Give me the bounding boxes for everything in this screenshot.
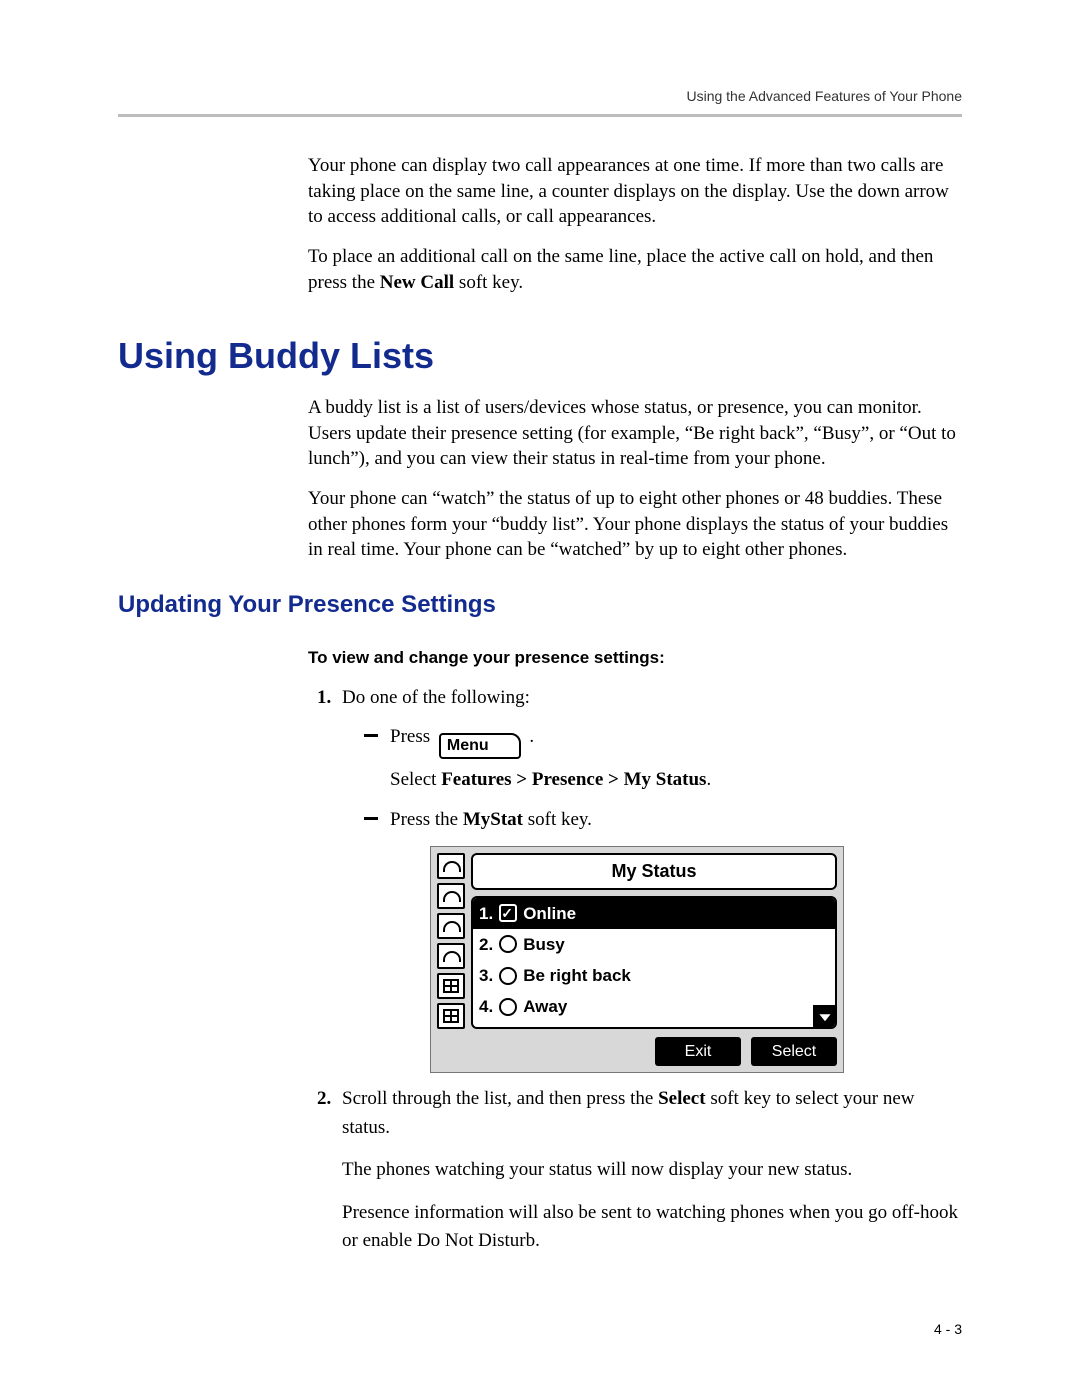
line-icon xyxy=(437,913,465,939)
phone-screen-illustration: My Status 1. Online 2. xyxy=(430,846,844,1074)
running-header: Using the Advanced Features of Your Phon… xyxy=(118,88,962,104)
intro-p2: To place an additional call on the same … xyxy=(308,244,962,295)
radio-icon xyxy=(499,935,517,953)
status-num: 3. xyxy=(479,962,493,989)
scroll-down-icon xyxy=(813,1005,837,1029)
line-icon xyxy=(437,853,465,879)
status-item-busy: 2. Busy xyxy=(473,929,835,960)
step-2: Scroll through the list, and then press … xyxy=(336,1085,962,1256)
line-icon xyxy=(437,973,465,999)
status-num: 1. xyxy=(479,900,493,927)
status-item-online: 1. Online xyxy=(473,898,835,929)
softkey-select: Select xyxy=(751,1037,837,1067)
status-list: 1. Online 2. Busy xyxy=(471,896,837,1029)
step1a-select-pre: Select xyxy=(390,769,441,790)
intro-p1: Your phone can display two call appearan… xyxy=(308,153,962,230)
softkey-exit: Exit xyxy=(655,1037,741,1067)
step2-p2: The phones watching your status will now… xyxy=(342,1156,962,1185)
step1-opt-a: Press Menu . Select Features > Presence … xyxy=(364,722,962,795)
status-item-away: 4. Away xyxy=(473,991,835,1022)
status-label: Busy xyxy=(523,931,565,958)
step1a-select-bold: Features > Presence > My Status xyxy=(441,769,706,790)
step1b-post: soft key. xyxy=(523,809,592,830)
line-icon xyxy=(437,883,465,909)
step1a-select-post: . xyxy=(706,769,711,790)
screen-title: My Status xyxy=(471,853,837,890)
subsection-heading: Updating Your Presence Settings xyxy=(118,591,962,619)
step1-opt-b: Press the MyStat soft key. xyxy=(364,805,962,1073)
section-p1: A buddy list is a list of users/devices … xyxy=(308,395,962,472)
step1a-post: . xyxy=(529,726,534,747)
task-title: To view and change your presence setting… xyxy=(308,647,962,670)
page-number: 4 - 3 xyxy=(934,1321,962,1337)
status-item-brb: 3. Be right back xyxy=(473,960,835,991)
step2-p1-pre: Scroll through the list, and then press … xyxy=(342,1088,658,1109)
radio-icon xyxy=(499,967,517,985)
step1b-pre: Press the xyxy=(390,809,463,830)
status-label: Away xyxy=(523,993,567,1020)
intro-p2-bold: New Call xyxy=(380,272,454,293)
line-icon xyxy=(437,1003,465,1029)
status-label: Be right back xyxy=(523,962,631,989)
intro-p2-post: soft key. xyxy=(454,272,523,293)
step-1: Do one of the following: Press Menu . Se… xyxy=(336,684,962,1073)
step1b-bold: MyStat xyxy=(463,809,523,830)
section-heading: Using Buddy Lists xyxy=(118,335,962,377)
line-key-icons xyxy=(437,853,465,1029)
step1a-pre: Press xyxy=(390,726,435,747)
line-icon xyxy=(437,943,465,969)
checkbox-icon xyxy=(499,904,517,922)
status-num: 4. xyxy=(479,993,493,1020)
menu-key-icon: Menu xyxy=(439,733,521,759)
header-rule xyxy=(118,114,962,117)
radio-icon xyxy=(499,998,517,1016)
status-num: 2. xyxy=(479,931,493,958)
step1-lead: Do one of the following: xyxy=(342,687,530,708)
step2-p3: Presence information will also be sent t… xyxy=(342,1199,962,1256)
step2-p1-bold: Select xyxy=(658,1088,705,1109)
section-p2: Your phone can “watch” the status of up … xyxy=(308,486,962,563)
status-label: Online xyxy=(523,900,576,927)
